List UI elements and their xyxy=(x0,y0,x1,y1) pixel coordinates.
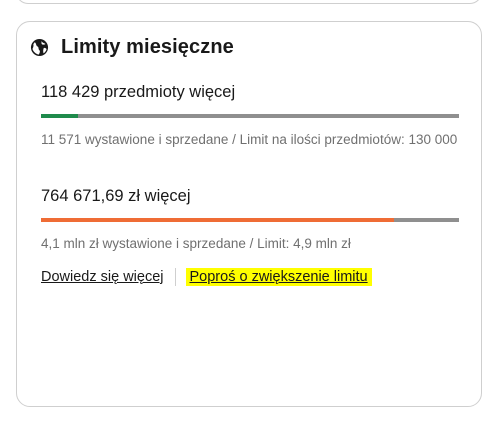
card-links: Dowiedz się więcej Poproś o zwiększenie … xyxy=(41,268,372,286)
card-header: Limity miesięczne xyxy=(30,36,234,59)
items-limit-section: 118 429 przedmioty więcej 11 571 wystawi… xyxy=(41,83,459,149)
items-detail: 11 571 wystawione i sprzedane / Limit na… xyxy=(41,130,459,149)
items-used-label: 11 571 wystawione i sprzedane / xyxy=(41,132,236,147)
request-limit-increase-link[interactable]: Poproś o zwiększenie limitu xyxy=(185,268,372,286)
items-progress-bar xyxy=(41,114,459,118)
globe-icon xyxy=(30,38,49,57)
value-used-label: 4,1 mln zł wystawione i sprzedane / xyxy=(41,236,254,251)
value-remaining: 764 671,69 zł więcej xyxy=(41,187,191,205)
items-remaining: 118 429 przedmioty więcej xyxy=(41,83,236,101)
value-limit-section: 764 671,69 zł więcej 4,1 mln zł wystawio… xyxy=(41,187,459,253)
items-limit-label: Limit na ilości przedmiotów: 130 000 xyxy=(239,132,458,147)
previous-card-edge xyxy=(16,0,482,4)
value-limit-label: Limit: 4,9 mln zł xyxy=(257,236,351,251)
link-divider xyxy=(174,268,176,286)
card-title: Limity miesięczne xyxy=(61,36,234,58)
learn-more-link[interactable]: Dowiedz się więcej xyxy=(41,269,164,285)
value-progress-fill xyxy=(41,218,394,222)
value-detail: 4,1 mln zł wystawione i sprzedane / Limi… xyxy=(41,234,459,253)
monthly-limits-card: Limity miesięczne 118 429 przedmioty wię… xyxy=(16,21,482,407)
value-progress-bar xyxy=(41,218,459,222)
items-progress-fill xyxy=(41,114,79,118)
